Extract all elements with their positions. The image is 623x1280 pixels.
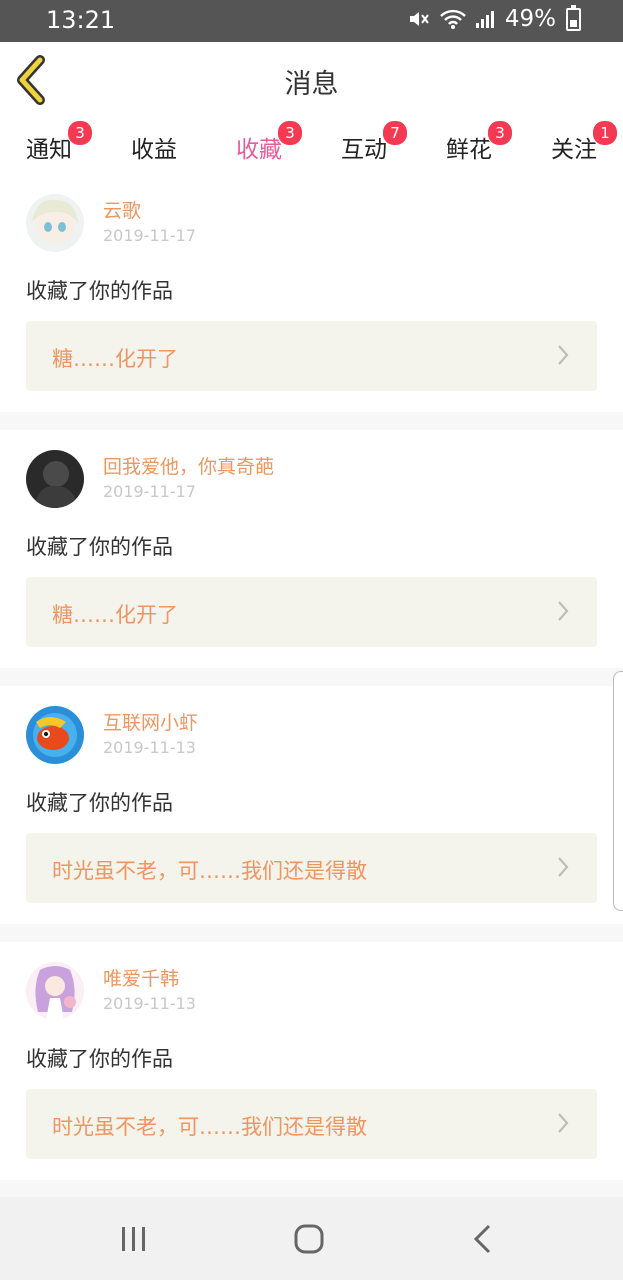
message-card: 回我爱他，你真奇葩 2019-11-17 收藏了你的作品 糖……化开了	[0, 430, 623, 668]
wifi-icon	[440, 9, 466, 29]
tab-badge: 3	[277, 120, 303, 146]
work-title: 时光虽不老，可……我们还是得散	[52, 1115, 367, 1139]
work-title: 糖……化开了	[52, 603, 178, 627]
avatar[interactable]	[26, 706, 84, 764]
chevron-right-icon	[558, 345, 569, 365]
tab-label: 鲜花	[446, 137, 492, 163]
tab-badge: 3	[67, 120, 93, 146]
tab-label: 收益	[131, 137, 177, 163]
tab-notice[interactable]: 通知 3	[9, 120, 93, 164]
scrollbar-handle[interactable]	[613, 671, 623, 911]
avatar[interactable]	[26, 194, 84, 252]
work-title: 糖……化开了	[52, 347, 178, 371]
username[interactable]: 回我爱他，你真奇葩	[103, 452, 274, 479]
message-card: 唯爱千韩 2019-11-13 收藏了你的作品 时光虽不老，可……我们还是得散	[0, 942, 623, 1180]
tab-interactions[interactable]: 互动 7	[324, 120, 408, 164]
chevron-right-icon	[558, 601, 569, 621]
tab-label: 互动	[341, 137, 387, 163]
tab-badge: 7	[382, 120, 408, 146]
message-card: 互联网小虾 2019-11-13 收藏了你的作品 时光虽不老，可……我们还是得散	[0, 686, 623, 924]
status-time: 13:21	[46, 6, 116, 34]
chevron-right-icon	[558, 857, 569, 877]
work-link[interactable]: 时光虽不老，可……我们还是得散	[26, 833, 597, 903]
username[interactable]: 云歌	[103, 196, 141, 223]
battery-percent: 49%	[504, 6, 556, 32]
signal-icon	[475, 11, 494, 28]
message-card: 云歌 2019-11-17 收藏了你的作品 糖……化开了	[0, 174, 623, 412]
message-date: 2019-11-13	[103, 738, 196, 757]
message-action: 收藏了你的作品	[26, 791, 173, 815]
system-nav-bar	[0, 1197, 623, 1280]
home-icon[interactable]	[289, 1221, 329, 1257]
message-action: 收藏了你的作品	[26, 279, 173, 303]
back-icon[interactable]	[463, 1221, 503, 1257]
tab-follow[interactable]: 关注 1	[534, 120, 618, 164]
message-date: 2019-11-17	[103, 482, 196, 501]
work-link[interactable]: 时光虽不老，可……我们还是得散	[26, 1089, 597, 1159]
status-bar: 13:21 49%	[0, 0, 623, 42]
page-title: 消息	[284, 69, 339, 100]
mute-icon	[409, 12, 429, 26]
tab-label: 通知	[26, 137, 72, 163]
message-date: 2019-11-17	[103, 226, 196, 245]
message-action: 收藏了你的作品	[26, 535, 173, 559]
message-action: 收藏了你的作品	[26, 1047, 173, 1071]
header-bar: 消息	[0, 42, 623, 119]
tab-flowers[interactable]: 鲜花 3	[429, 120, 513, 164]
tab-badge: 1	[592, 120, 618, 146]
tab-bar: 通知 3 收益 收藏 3 互动 7 鲜花 3 关注 1	[0, 118, 623, 180]
message-date: 2019-11-13	[103, 994, 196, 1013]
tab-favorites[interactable]: 收藏 3	[219, 120, 303, 180]
username[interactable]: 唯爱千韩	[103, 964, 179, 991]
tab-badge: 3	[487, 120, 513, 146]
work-title: 时光虽不老，可……我们还是得散	[52, 859, 367, 883]
work-link[interactable]: 糖……化开了	[26, 321, 597, 391]
status-icons: 49%	[407, 4, 581, 32]
tab-label: 关注	[551, 137, 597, 163]
avatar[interactable]	[26, 962, 84, 1020]
tab-earnings[interactable]: 收益	[114, 130, 194, 164]
recent-apps-icon[interactable]	[114, 1221, 154, 1257]
battery-icon	[566, 4, 581, 31]
avatar[interactable]	[26, 450, 84, 508]
username[interactable]: 互联网小虾	[103, 708, 198, 735]
work-link[interactable]: 糖……化开了	[26, 577, 597, 647]
tab-label: 收藏	[236, 137, 282, 163]
chevron-right-icon	[558, 1113, 569, 1133]
